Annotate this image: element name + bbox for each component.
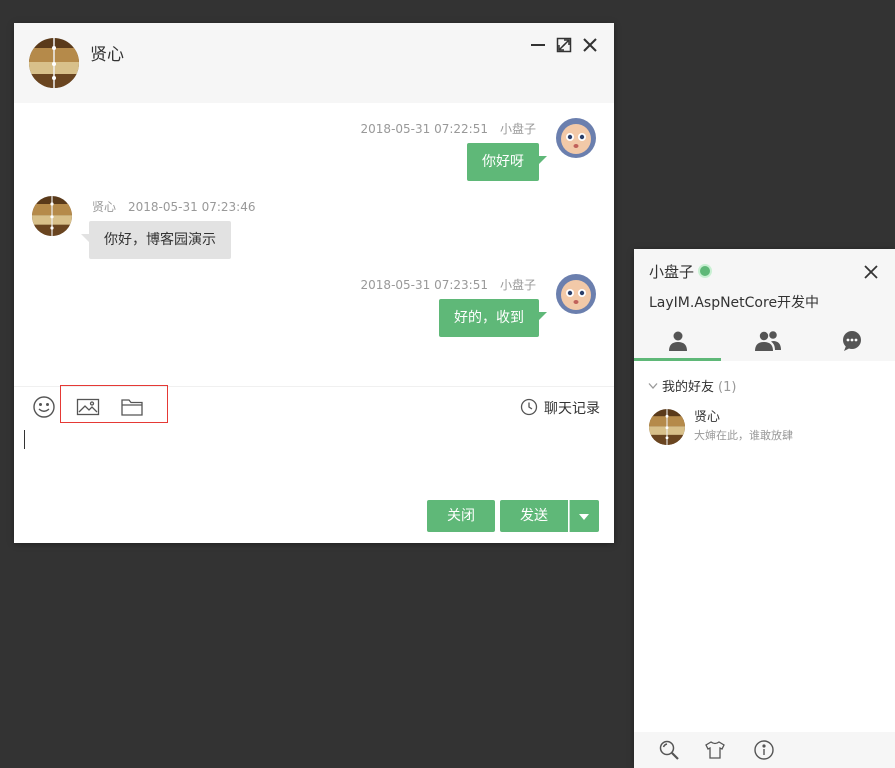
folder-icon[interactable] [120,395,144,419]
friend-group-header[interactable]: 我的好友 (1) [648,378,736,397]
friend-group-count: (1) [718,380,737,395]
skin-icon[interactable] [704,739,726,761]
chat-toolbar: 聊天记录 [14,385,614,425]
message-list[interactable]: 2018-05-31 07:22:51 小盘子 你好呀 贤心 2018-05-3… [14,103,614,386]
clock-icon [520,398,538,421]
tab-friends[interactable] [634,327,721,361]
message-meta: 贤心 2018-05-31 07:23:46 [92,199,255,215]
my-avatar[interactable] [556,118,596,158]
message-sender: 小盘子 [499,278,536,292]
panel-username-wrap: 小盘子 [649,262,713,282]
face-icon[interactable] [32,395,56,419]
panel-close-icon[interactable] [864,264,878,279]
friend-group-name: 我的好友 [662,380,715,395]
close-icon[interactable] [581,36,599,54]
message-bubble: 好的，收到 [439,299,547,337]
message-meta: 2018-05-31 07:23:51 小盘子 [361,277,536,293]
friend-avatar [649,409,685,445]
friend-signature: 大婶在此，谁敢放肆 [694,429,793,442]
text-caret [24,430,25,449]
chat-window: 贤心 2018-05-31 07:22:51 小盘子 你好呀 贤心 2018-0… [14,23,614,543]
chat-partner-avatar[interactable] [29,38,79,88]
panel-tabs [634,327,895,361]
message-input[interactable] [24,427,608,496]
panel-footer [634,732,895,768]
message-time: 2018-05-31 07:22:51 [360,122,488,136]
online-status-dot[interactable] [698,264,713,278]
message-bubble: 你好呀 [467,143,547,181]
close-chat-button[interactable]: 关闭 [427,500,495,532]
about-icon[interactable] [753,739,775,761]
panel-username: 小盘子 [649,263,695,281]
message-bubble: 你好，博客园演示 [81,221,231,259]
tab-groups[interactable] [721,327,808,361]
minimize-icon[interactable] [529,36,547,54]
panel-signature[interactable]: LayIM.AspNetCore开发中 [649,294,819,312]
message-time: 2018-05-31 07:23:51 [360,278,488,292]
image-icon[interactable] [76,395,100,419]
friend-list-item[interactable]: 贤心 大婶在此，谁敢放肆 [634,406,895,448]
message-meta: 2018-05-31 07:22:51 小盘子 [361,121,536,137]
friend-name: 贤心 [694,410,721,425]
send-options-dropdown[interactable] [569,500,599,532]
search-icon[interactable] [658,739,680,761]
chat-title: 贤心 [90,45,124,65]
tab-history[interactable] [808,327,895,361]
partner-avatar[interactable] [32,196,72,236]
message-sender: 贤心 [92,200,117,214]
message-time: 2018-05-31 07:23:46 [128,200,256,214]
panel-header: 小盘子 LayIM.AspNetCore开发中 [634,249,895,361]
maximize-icon[interactable] [555,36,573,54]
chat-header: 贤心 [14,23,614,103]
send-button[interactable]: 发送 [500,500,568,532]
my-avatar[interactable] [556,274,596,314]
chat-history-label: 聊天记录 [544,401,600,417]
chat-history-link[interactable]: 聊天记录 [520,398,600,421]
message-sender: 小盘子 [499,122,536,136]
main-panel: 小盘子 LayIM.AspNetCore开发中 我的好友 (1) 贤心 大婶在此… [634,249,895,768]
chevron-down-icon [648,378,658,396]
